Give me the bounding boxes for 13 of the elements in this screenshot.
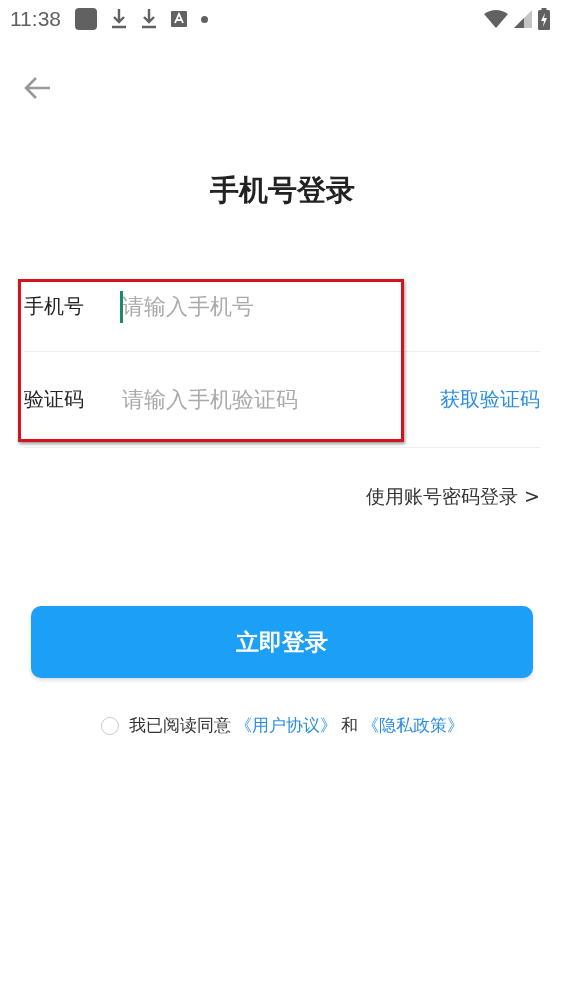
clock: 11:38 — [10, 7, 61, 31]
phone-field[interactable]: 请输入手机号 — [122, 294, 540, 319]
field-label: 验证码 — [24, 386, 85, 413]
agreement-text: 和 — [340, 714, 358, 737]
get-code-link[interactable]: 获取验证码 — [440, 386, 540, 413]
page-title: 手机号登录 — [208, 172, 356, 209]
field-label: 手机号 — [24, 293, 85, 320]
password-login-link[interactable]: 使用账号密码登录 > — [366, 484, 540, 508]
user-agreement-link[interactable]: 《用户协议》 — [234, 714, 337, 737]
privacy-policy-link[interactable]: 《隐私政策》 — [361, 714, 464, 737]
agreement-text: 我已阅读同意 — [128, 714, 231, 737]
code-field[interactable]: 请输入手机验证码 — [122, 387, 440, 412]
login-button[interactable]: 立即登录 — [31, 606, 533, 678]
